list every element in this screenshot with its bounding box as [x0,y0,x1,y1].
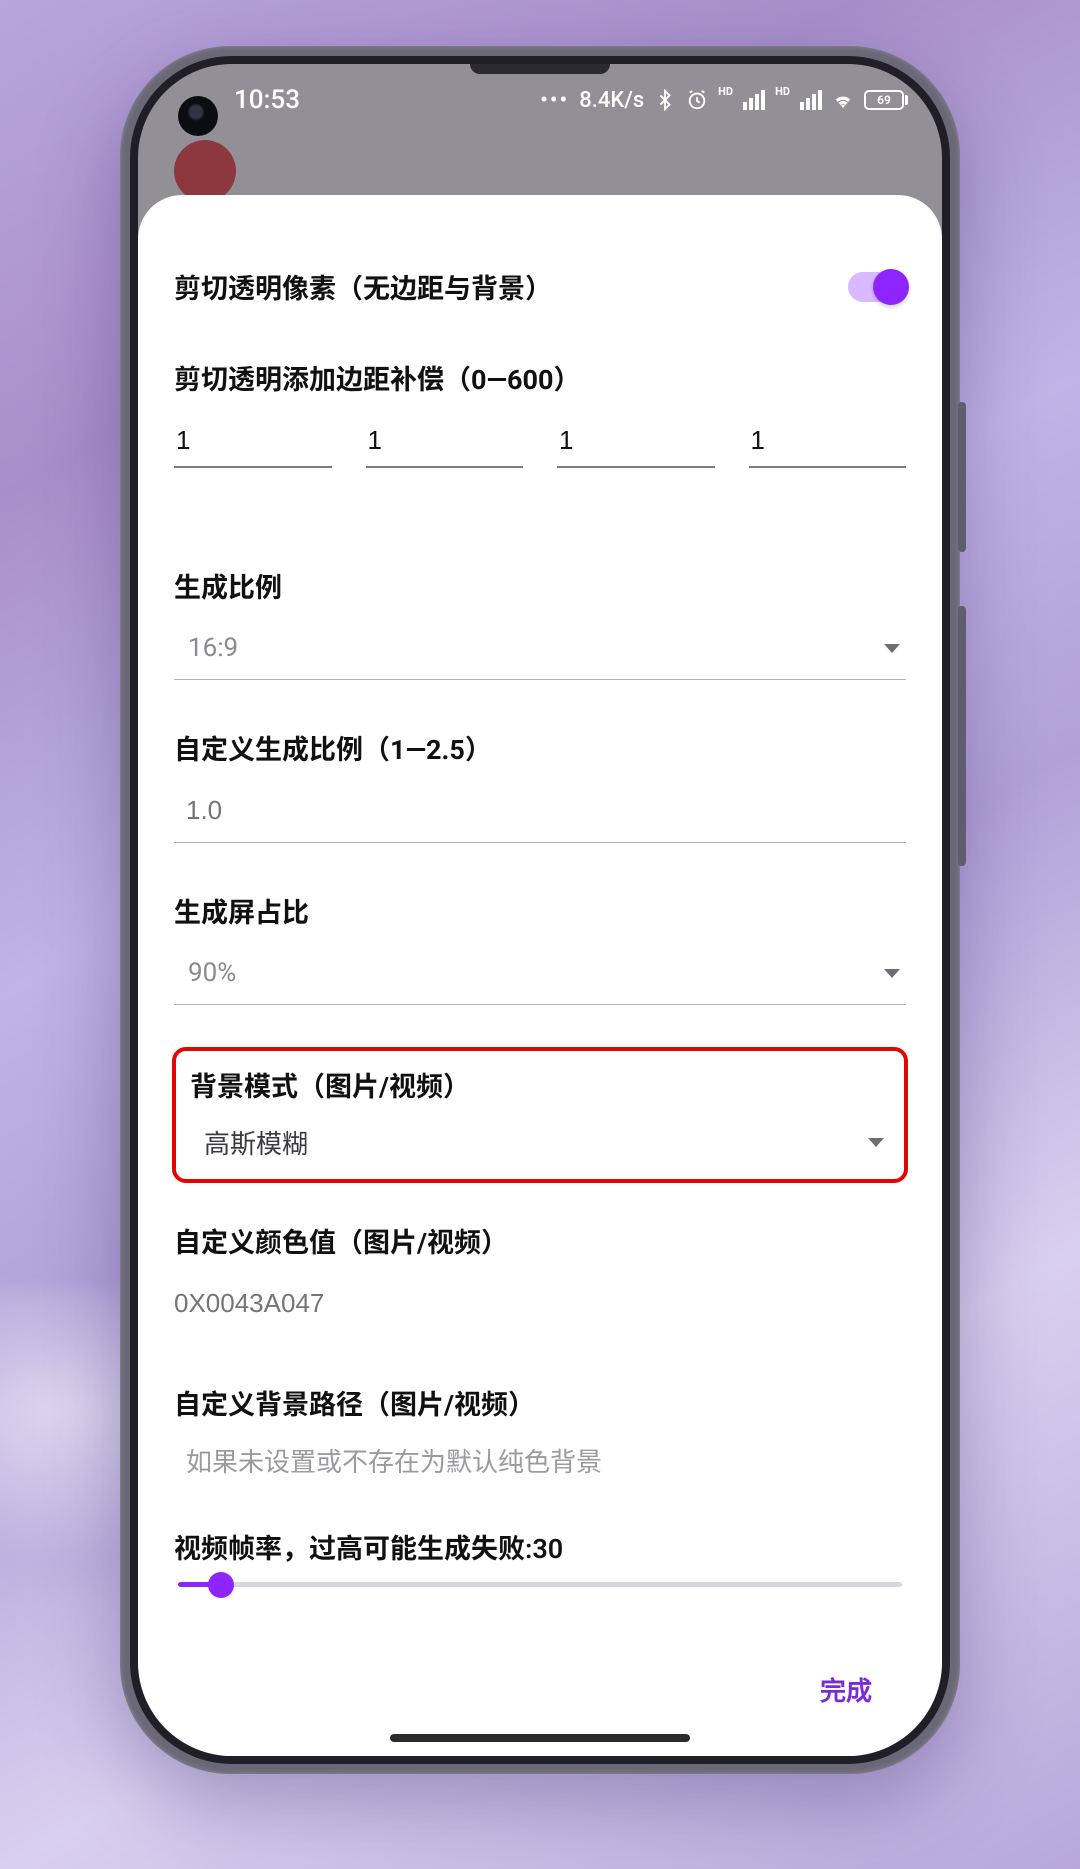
custom-ratio-section: 自定义生成比例（1—2.5） [174,728,906,843]
custom-ratio-input[interactable] [174,781,906,843]
screen-pct-value: 90% [188,958,236,988]
bgpath-section: 自定义背景路径（图片/视频） 如果未设置或不存在为默认纯色背景 [174,1383,906,1479]
padding-input-4[interactable] [749,417,907,468]
padding-input-2[interactable] [366,417,524,468]
bgpath-hint: 如果未设置或不存在为默认纯色背景 [174,1436,906,1479]
screen-pct-section: 生成屏占比 90% [174,891,906,1005]
bgmode-highlight-box: 背景模式（图片/视频） 高斯模糊 [172,1047,908,1183]
crop-transparent-label: 剪切透明像素（无边距与背景） [174,267,552,306]
bgmode-label: 背景模式（图片/视频） [190,1065,890,1104]
fps-label: 视频帧率，过高可能生成失败:30 [174,1527,906,1566]
bluetooth-icon [654,89,676,111]
crop-transparent-toggle[interactable] [848,272,906,302]
padding-label: 剪切透明添加边距补偿（0—600） [174,358,906,397]
power-button [958,606,966,866]
front-camera [178,96,218,136]
hd-indicator-1: HD [718,85,733,98]
ratio-label: 生成比例 [174,566,906,605]
speaker-grille [470,64,610,74]
custom-ratio-label: 自定义生成比例（1—2.5） [174,728,906,767]
screen-pct-select[interactable]: 90% [174,944,906,1005]
backdrop-dim [138,136,942,195]
padding-input-1[interactable] [174,417,332,468]
volume-button [958,402,966,552]
battery-icon: 69 [864,90,908,110]
wifi-icon [832,89,854,111]
status-bar: 10:53 ••• 8.4K/s HD HD 69 [138,64,942,136]
fps-slider[interactable] [178,1582,902,1587]
color-input[interactable] [174,1274,906,1335]
bgpath-label: 自定义背景路径（图片/视频） [174,1383,906,1422]
padding-input-3[interactable] [557,417,715,468]
color-section: 自定义颜色值（图片/视频） [174,1221,906,1335]
alarm-icon [686,89,708,111]
screen: 10:53 ••• 8.4K/s HD HD 69 [138,64,942,1756]
bgmode-value: 高斯模糊 [204,1124,308,1161]
fps-section: 视频帧率，过高可能生成失败:30 [174,1527,906,1587]
screen-pct-label: 生成屏占比 [174,891,906,930]
status-right: ••• 8.4K/s HD HD 69 [540,88,908,113]
slider-thumb[interactable] [208,1572,234,1598]
toggle-knob [873,269,909,305]
padding-section: 剪切透明添加边距补偿（0—600） [174,358,906,518]
home-indicator[interactable] [390,1734,690,1742]
chevron-down-icon [868,1138,884,1147]
toggle-row: 剪切透明像素（无边距与背景） [174,267,906,306]
app-avatar [174,140,236,202]
ratio-section: 生成比例 16:9 [174,566,906,680]
done-button[interactable]: 完成 [808,1657,884,1722]
chevron-down-icon [884,644,900,653]
signal-bars-1 [743,90,765,110]
ratio-value: 16:9 [188,633,238,663]
phone-frame: 10:53 ••• 8.4K/s HD HD 69 [120,46,960,1774]
hd-indicator-2: HD [775,85,790,98]
bgmode-select[interactable]: 高斯模糊 [190,1110,890,1171]
color-label: 自定义颜色值（图片/视频） [174,1221,906,1260]
signal-bars-2 [800,90,822,110]
chevron-down-icon [884,969,900,978]
ratio-select[interactable]: 16:9 [174,619,906,680]
status-netspeed: 8.4K/s [579,88,644,113]
status-time: 10:53 [234,85,300,115]
settings-sheet: 剪切透明像素（无边距与背景） 剪切透明添加边距补偿（0—600） [138,195,942,1756]
